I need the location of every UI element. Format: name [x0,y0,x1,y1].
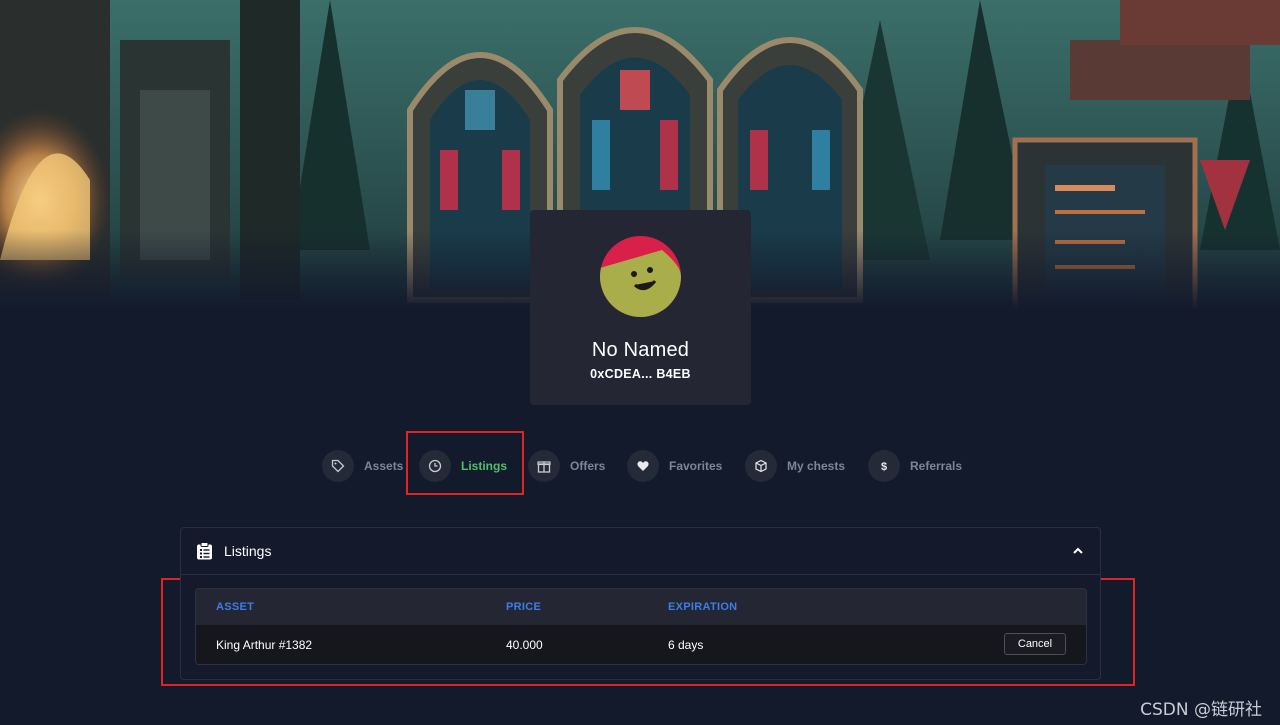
tab-label: Referrals [910,459,963,473]
column-header-price[interactable]: PRICE [506,601,541,613]
wallet-address[interactable]: 0xCDEA... B4EB [590,367,691,381]
profile-name: No Named [591,339,690,361]
gift-icon [528,450,560,482]
cancel-listing-button[interactable]: Cancel [1004,633,1066,655]
tab-referrals[interactable]: $ Referrals [868,450,962,482]
tab-assets[interactable]: Assets [322,450,403,482]
tab-listings[interactable]: Listings [419,450,507,482]
cell-asset[interactable]: King Arthur #1382 [216,638,312,652]
listings-table: ASSET PRICE EXPIRATION King Arthur #1382… [195,588,1087,665]
table-header: ASSET PRICE EXPIRATION [196,589,1086,625]
tab-label: Listings [461,459,508,473]
tab-label: Assets [364,459,404,473]
listings-panel: Listings ASSET PRICE EXPIRATION King Art… [180,527,1101,680]
column-header-asset[interactable]: ASSET [216,601,254,613]
tab-my-chests[interactable]: My chests [745,450,845,482]
table-row: King Arthur #1382 40.000 6 days Cancel [196,625,1086,664]
profile-tabs: Assets Listings Offers Favorites My ches… [0,450,1280,482]
panel-header[interactable]: Listings [181,528,1100,575]
profile-card: No Named 0xCDEA... B4EB [530,210,751,405]
clock-history-icon [419,450,451,482]
smiley-avatar-icon [600,236,681,317]
watermark: CSDN @链研社 [1140,700,1262,720]
clipboard-list-icon [197,542,212,560]
svg-text:$: $ [881,461,887,473]
tab-label: Favorites [669,459,723,473]
cube-icon [745,450,777,482]
tab-label: Offers [570,459,606,473]
dollar-icon: $ [868,450,900,482]
cell-expiration: 6 days [668,638,704,652]
user-avatar[interactable] [600,236,681,317]
column-header-expiration[interactable]: EXPIRATION [668,601,737,613]
tab-offers[interactable]: Offers [528,450,605,482]
cell-price: 40.000 [506,638,543,652]
tag-icon [322,450,354,482]
heart-icon [627,450,659,482]
tab-favorites[interactable]: Favorites [627,450,722,482]
chevron-up-icon[interactable] [1072,545,1084,557]
tab-label: My chests [787,459,846,473]
panel-title: Listings [224,543,272,559]
